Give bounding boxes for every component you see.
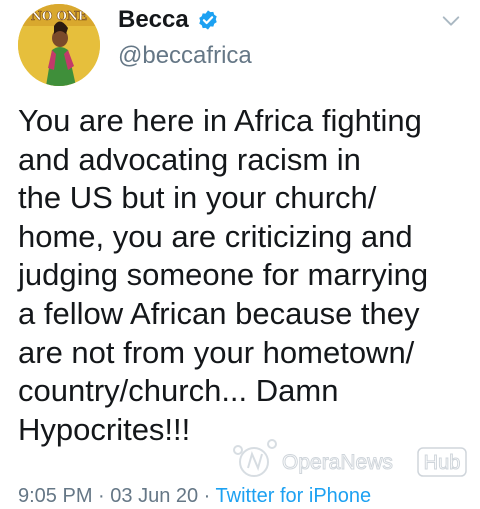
watermark-brand-text: OperaNews	[282, 451, 393, 474]
author-name-row: Becca	[118, 6, 219, 34]
avatar-image: NO ONE	[18, 4, 100, 86]
chevron-down-icon[interactable]	[440, 10, 462, 32]
avatar[interactable]: NO ONE	[18, 4, 100, 86]
author-handle[interactable]: @beccafrica	[118, 42, 252, 70]
meta-separator: ·	[92, 485, 111, 507]
watermark-hub-text: Hub	[424, 452, 461, 474]
tweet-source-link[interactable]: Twitter for iPhone	[216, 485, 372, 507]
meta-separator: ·	[198, 485, 216, 507]
verified-badge-icon	[199, 10, 217, 30]
author-display-name[interactable]: Becca	[118, 6, 189, 34]
tweet-time[interactable]: 9:05 PM	[18, 485, 92, 507]
tweet-meta: 9:05 PM · 03 Jun 20 · Twitter for iPhone	[18, 485, 371, 508]
operanews-watermark: OperaNews Hub	[233, 439, 467, 477]
tweet-date[interactable]: 03 Jun 20	[110, 485, 198, 507]
tweet-text: You are here in Africa fighting and advo…	[18, 103, 429, 447]
avatar-logo-text: NO ONE	[31, 9, 87, 23]
tweet-card: NO ONE Becca @beccafrica You are here in…	[0, 0, 480, 509]
